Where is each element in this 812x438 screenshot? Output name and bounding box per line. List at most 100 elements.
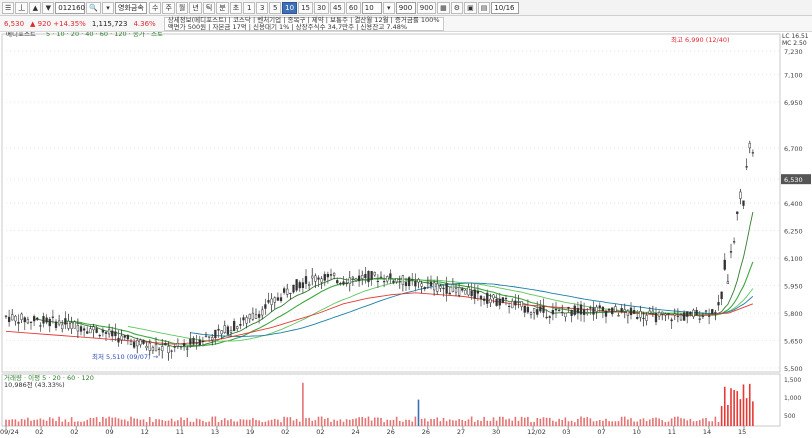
period-second-button[interactable]: 초 — [229, 1, 243, 14]
candle-body — [607, 308, 611, 311]
volume-bar — [177, 420, 179, 426]
volume-bar — [105, 418, 107, 426]
volume-bar — [214, 416, 217, 426]
chart-type-button[interactable]: 丄 — [15, 1, 29, 14]
period-month-button[interactable]: 월 — [175, 1, 189, 14]
chart-area[interactable]: 7,230 7,100 6,950 6,700 6,530 6,400 6,250 6,100… — [0, 29, 812, 438]
price-chart[interactable]: 7,230 7,100 6,950 6,700 6,530 6,400 6,250 6,100… — [0, 29, 812, 438]
interval-60-button[interactable]: 60 — [345, 1, 361, 14]
candle-body — [232, 321, 236, 331]
lock-icon[interactable]: ▣ — [464, 1, 477, 14]
chevron-down-icon[interactable]: ▾ — [382, 1, 395, 14]
search-icon[interactable]: 🔍 — [86, 1, 101, 14]
candle-body — [17, 321, 20, 324]
candle-body — [57, 320, 61, 325]
date-input[interactable]: 10/16 — [491, 1, 520, 14]
candle-body — [573, 305, 576, 315]
volume-bar — [148, 416, 151, 426]
volume-bar — [133, 418, 135, 426]
period-tick-button[interactable]: 틱 — [202, 1, 216, 14]
volume-bar — [570, 420, 573, 426]
volume-bar — [455, 420, 457, 426]
interval-45-button[interactable]: 45 — [329, 1, 345, 14]
candle-body — [20, 313, 23, 320]
candle-body — [245, 317, 248, 324]
ticks-input[interactable]: 10 — [361, 1, 382, 14]
candle-body — [542, 306, 545, 313]
date-axis-label: 09/24 — [0, 428, 19, 436]
candle-body — [14, 315, 17, 322]
candle-body — [732, 241, 736, 243]
candle-body — [548, 316, 551, 318]
volume-bar — [542, 417, 545, 426]
volume-bar — [211, 416, 214, 426]
volume-bar — [620, 416, 623, 426]
period-day-button[interactable]: 수 — [149, 1, 162, 14]
volume-bar — [314, 420, 317, 426]
interval-15-button[interactable]: 15 — [298, 1, 314, 14]
volume-bar — [61, 421, 64, 426]
volume-bar — [686, 420, 689, 426]
volume-bar — [483, 416, 485, 426]
down-icon[interactable]: ▼ — [42, 1, 55, 14]
volume-bar — [748, 383, 751, 426]
candle-body — [642, 317, 645, 320]
volume-bar — [30, 420, 32, 426]
volume-axis-label: 500 — [784, 413, 796, 420]
period-minute-button[interactable]: 분 — [216, 1, 229, 14]
candle-body — [504, 298, 508, 300]
candle-body — [220, 330, 223, 335]
code-input[interactable]: 012160 — [55, 1, 86, 14]
period-week-button[interactable]: 주 — [162, 1, 175, 14]
interval-3-button[interactable]: 3 — [256, 1, 269, 14]
candle-body — [167, 346, 170, 354]
volume-bar — [64, 419, 67, 426]
candle-body — [586, 312, 589, 314]
candle-body — [445, 283, 448, 294]
count-input[interactable]: 900 — [395, 1, 416, 14]
volume-bar — [320, 416, 323, 426]
candle-body — [64, 318, 67, 325]
candle-body — [345, 282, 348, 285]
candle-body — [217, 328, 220, 331]
up-icon[interactable]: ▲ — [29, 1, 42, 14]
toolbar-top: ☰ 丄 ▲ ▼ 012160 🔍 ▾ 영화금속 수 주 월 년 틱 분 초 1 … — [0, 0, 812, 16]
volume-bar — [689, 418, 692, 426]
candle-body — [7, 316, 11, 323]
candle-body — [357, 275, 361, 282]
candle-body — [317, 277, 320, 280]
candle-body — [645, 315, 648, 321]
candle-body — [636, 316, 639, 319]
interval-10-button[interactable]: 10 — [282, 1, 298, 14]
interval-30-button[interactable]: 30 — [314, 1, 329, 14]
interval-5-button[interactable]: 5 — [269, 1, 282, 14]
chevron-down-icon[interactable]: ▾ — [102, 1, 114, 14]
volume-bar — [545, 417, 548, 426]
volume-bar — [186, 417, 189, 426]
menu-button[interactable]: ☰ — [2, 1, 15, 14]
volume-bar — [136, 418, 139, 426]
candle-body — [226, 326, 230, 335]
date-axis-label: 07 — [597, 428, 605, 436]
price-axis-label: 5,650 — [784, 338, 803, 346]
date-axis-label: 24 — [351, 428, 359, 436]
candle-body — [23, 317, 26, 323]
candle-body — [54, 321, 58, 328]
date-axis-label: 12 — [141, 428, 149, 436]
volume-bar — [308, 417, 310, 426]
interval-1-button[interactable]: 1 — [243, 1, 256, 14]
volume-bar — [752, 401, 754, 426]
settings-icon[interactable]: ⚙ — [450, 1, 464, 14]
volume-bar — [311, 420, 314, 426]
candle-body — [439, 285, 442, 289]
candle-body — [423, 287, 426, 290]
candle-body — [623, 309, 626, 312]
volume-bar — [464, 420, 467, 426]
current-price-marker-label: 6,530 — [784, 176, 803, 184]
volume-bar — [242, 419, 245, 426]
period-year-button[interactable]: 년 — [189, 1, 202, 14]
calendar-icon[interactable]: ▤ — [477, 1, 491, 14]
candle-body — [673, 313, 676, 316]
candle-body — [692, 309, 695, 317]
grid-icon[interactable]: ▦ — [437, 1, 450, 14]
